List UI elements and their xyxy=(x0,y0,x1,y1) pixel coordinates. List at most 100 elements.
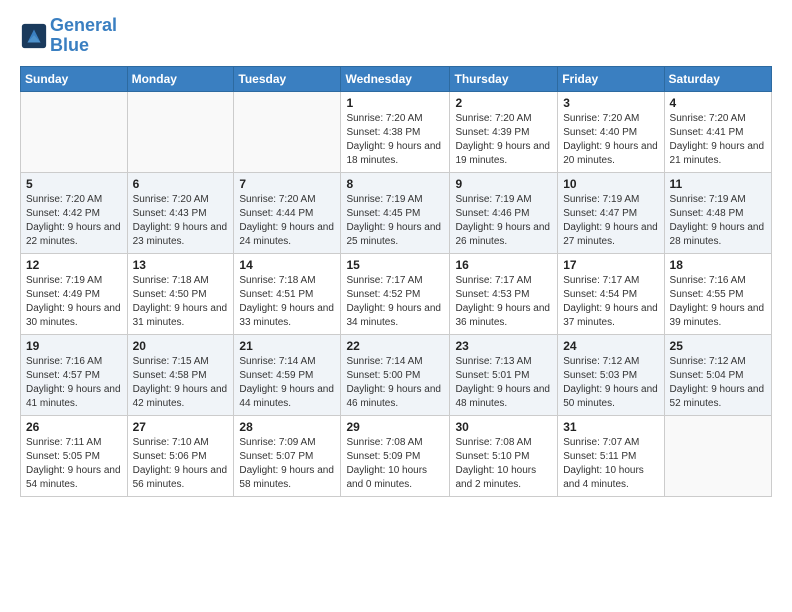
day-info: Sunrise: 7:14 AM Sunset: 4:59 PM Dayligh… xyxy=(239,355,335,411)
day-cell: 10 Sunrise: 7:19 AM Sunset: 4:47 PM Dayli… xyxy=(558,172,664,253)
day-info: Sunrise: 7:18 AM Sunset: 4:51 PM Dayligh… xyxy=(239,274,335,330)
week-row-3: 12 Sunrise: 7:19 AM Sunset: 4:49 PM Dayli… xyxy=(21,253,772,334)
day-number: 19 xyxy=(26,339,122,353)
day-cell xyxy=(664,415,771,496)
day-number: 12 xyxy=(26,258,122,272)
week-row-4: 19 Sunrise: 7:16 AM Sunset: 4:57 PM Dayli… xyxy=(21,334,772,415)
day-number: 21 xyxy=(239,339,335,353)
day-number: 27 xyxy=(133,420,229,434)
day-number: 4 xyxy=(670,96,766,110)
day-cell: 25 Sunrise: 7:12 AM Sunset: 5:04 PM Dayli… xyxy=(664,334,771,415)
day-cell: 2Sunrise: 7:20 AM Sunset: 4:39 PM Daylig… xyxy=(450,91,558,172)
day-cell: 21 Sunrise: 7:14 AM Sunset: 4:59 PM Dayli… xyxy=(234,334,341,415)
day-number: 25 xyxy=(670,339,766,353)
day-info: Sunrise: 7:10 AM Sunset: 5:06 PM Dayligh… xyxy=(133,436,229,492)
day-info: Sunrise: 7:08 AM Sunset: 5:10 PM Dayligh… xyxy=(455,436,552,492)
week-row-1: 1Sunrise: 7:20 AM Sunset: 4:38 PM Daylig… xyxy=(21,91,772,172)
day-number: 11 xyxy=(670,177,766,191)
day-cell: 28 Sunrise: 7:09 AM Sunset: 5:07 PM Dayli… xyxy=(234,415,341,496)
day-cell: 12 Sunrise: 7:19 AM Sunset: 4:49 PM Dayli… xyxy=(21,253,128,334)
day-cell: 23 Sunrise: 7:13 AM Sunset: 5:01 PM Dayli… xyxy=(450,334,558,415)
day-number: 31 xyxy=(563,420,658,434)
calendar: SundayMondayTuesdayWednesdayThursdayFrid… xyxy=(20,66,772,497)
day-cell: 17 Sunrise: 7:17 AM Sunset: 4:54 PM Dayli… xyxy=(558,253,664,334)
day-cell: 6Sunrise: 7:20 AM Sunset: 4:43 PM Daylig… xyxy=(127,172,234,253)
day-info: Sunrise: 7:19 AM Sunset: 4:48 PM Dayligh… xyxy=(670,193,766,249)
day-info: Sunrise: 7:20 AM Sunset: 4:40 PM Dayligh… xyxy=(563,112,658,168)
day-info: Sunrise: 7:12 AM Sunset: 5:04 PM Dayligh… xyxy=(670,355,766,411)
weekday-header-saturday: Saturday xyxy=(664,66,771,91)
logo-blue: Blue xyxy=(50,35,89,55)
day-info: Sunrise: 7:18 AM Sunset: 4:50 PM Dayligh… xyxy=(133,274,229,330)
day-info: Sunrise: 7:14 AM Sunset: 5:00 PM Dayligh… xyxy=(346,355,444,411)
day-number: 10 xyxy=(563,177,658,191)
day-info: Sunrise: 7:17 AM Sunset: 4:54 PM Dayligh… xyxy=(563,274,658,330)
day-number: 3 xyxy=(563,96,658,110)
day-info: Sunrise: 7:20 AM Sunset: 4:42 PM Dayligh… xyxy=(26,193,122,249)
logo-icon xyxy=(20,22,48,50)
day-cell: 7Sunrise: 7:20 AM Sunset: 4:44 PM Daylig… xyxy=(234,172,341,253)
day-cell xyxy=(127,91,234,172)
day-info: Sunrise: 7:19 AM Sunset: 4:49 PM Dayligh… xyxy=(26,274,122,330)
day-cell: 8 Sunrise: 7:19 AM Sunset: 4:45 PM Daylig… xyxy=(341,172,450,253)
day-number: 5 xyxy=(26,177,122,191)
day-info: Sunrise: 7:13 AM Sunset: 5:01 PM Dayligh… xyxy=(455,355,552,411)
day-number: 17 xyxy=(563,258,658,272)
day-cell: 20 Sunrise: 7:15 AM Sunset: 4:58 PM Dayli… xyxy=(127,334,234,415)
day-cell: 9Sunrise: 7:19 AM Sunset: 4:46 PM Daylig… xyxy=(450,172,558,253)
day-number: 29 xyxy=(346,420,444,434)
header: General Blue xyxy=(20,16,772,56)
day-cell: 13 Sunrise: 7:18 AM Sunset: 4:50 PM Dayli… xyxy=(127,253,234,334)
day-info: Sunrise: 7:20 AM Sunset: 4:41 PM Dayligh… xyxy=(670,112,766,168)
day-cell: 16Sunrise: 7:17 AM Sunset: 4:53 PM Dayli… xyxy=(450,253,558,334)
page: General Blue SundayMondayTuesdayWednesda… xyxy=(0,0,792,612)
day-number: 22 xyxy=(346,339,444,353)
day-number: 30 xyxy=(455,420,552,434)
logo: General Blue xyxy=(20,16,117,56)
day-number: 14 xyxy=(239,258,335,272)
day-info: Sunrise: 7:19 AM Sunset: 4:45 PM Dayligh… xyxy=(346,193,444,249)
day-cell: 24 Sunrise: 7:12 AM Sunset: 5:03 PM Dayli… xyxy=(558,334,664,415)
day-number: 24 xyxy=(563,339,658,353)
day-info: Sunrise: 7:16 AM Sunset: 4:57 PM Dayligh… xyxy=(26,355,122,411)
day-info: Sunrise: 7:20 AM Sunset: 4:39 PM Dayligh… xyxy=(455,112,552,168)
weekday-header-sunday: Sunday xyxy=(21,66,128,91)
day-cell: 31 Sunrise: 7:07 AM Sunset: 5:11 PM Dayli… xyxy=(558,415,664,496)
day-info: Sunrise: 7:17 AM Sunset: 4:52 PM Dayligh… xyxy=(346,274,444,330)
logo-general: General xyxy=(50,15,117,35)
weekday-header-wednesday: Wednesday xyxy=(341,66,450,91)
day-info: Sunrise: 7:12 AM Sunset: 5:03 PM Dayligh… xyxy=(563,355,658,411)
day-number: 23 xyxy=(455,339,552,353)
day-info: Sunrise: 7:19 AM Sunset: 4:47 PM Dayligh… xyxy=(563,193,658,249)
day-info: Sunrise: 7:20 AM Sunset: 4:44 PM Dayligh… xyxy=(239,193,335,249)
day-cell: 22 Sunrise: 7:14 AM Sunset: 5:00 PM Dayli… xyxy=(341,334,450,415)
weekday-header-tuesday: Tuesday xyxy=(234,66,341,91)
day-cell: 30 Sunrise: 7:08 AM Sunset: 5:10 PM Dayli… xyxy=(450,415,558,496)
day-cell: 14 Sunrise: 7:18 AM Sunset: 4:51 PM Dayli… xyxy=(234,253,341,334)
day-cell xyxy=(234,91,341,172)
day-number: 20 xyxy=(133,339,229,353)
day-cell: 15 Sunrise: 7:17 AM Sunset: 4:52 PM Dayli… xyxy=(341,253,450,334)
day-number: 28 xyxy=(239,420,335,434)
day-cell: 3 Sunrise: 7:20 AM Sunset: 4:40 PM Daylig… xyxy=(558,91,664,172)
day-cell: 27 Sunrise: 7:10 AM Sunset: 5:06 PM Dayli… xyxy=(127,415,234,496)
logo-text: General Blue xyxy=(50,16,117,56)
day-cell: 11 Sunrise: 7:19 AM Sunset: 4:48 PM Dayli… xyxy=(664,172,771,253)
day-cell: 18Sunrise: 7:16 AM Sunset: 4:55 PM Dayli… xyxy=(664,253,771,334)
week-row-2: 5 Sunrise: 7:20 AM Sunset: 4:42 PM Daylig… xyxy=(21,172,772,253)
day-info: Sunrise: 7:09 AM Sunset: 5:07 PM Dayligh… xyxy=(239,436,335,492)
day-number: 8 xyxy=(346,177,444,191)
day-number: 15 xyxy=(346,258,444,272)
day-number: 1 xyxy=(346,96,444,110)
day-info: Sunrise: 7:07 AM Sunset: 5:11 PM Dayligh… xyxy=(563,436,658,492)
day-number: 9 xyxy=(455,177,552,191)
day-info: Sunrise: 7:08 AM Sunset: 5:09 PM Dayligh… xyxy=(346,436,444,492)
day-info: Sunrise: 7:16 AM Sunset: 4:55 PM Dayligh… xyxy=(670,274,766,330)
day-number: 16 xyxy=(455,258,552,272)
day-cell xyxy=(21,91,128,172)
day-cell: 4 Sunrise: 7:20 AM Sunset: 4:41 PM Daylig… xyxy=(664,91,771,172)
day-info: Sunrise: 7:15 AM Sunset: 4:58 PM Dayligh… xyxy=(133,355,229,411)
weekday-header-thursday: Thursday xyxy=(450,66,558,91)
day-number: 13 xyxy=(133,258,229,272)
weekday-header-row: SundayMondayTuesdayWednesdayThursdayFrid… xyxy=(21,66,772,91)
